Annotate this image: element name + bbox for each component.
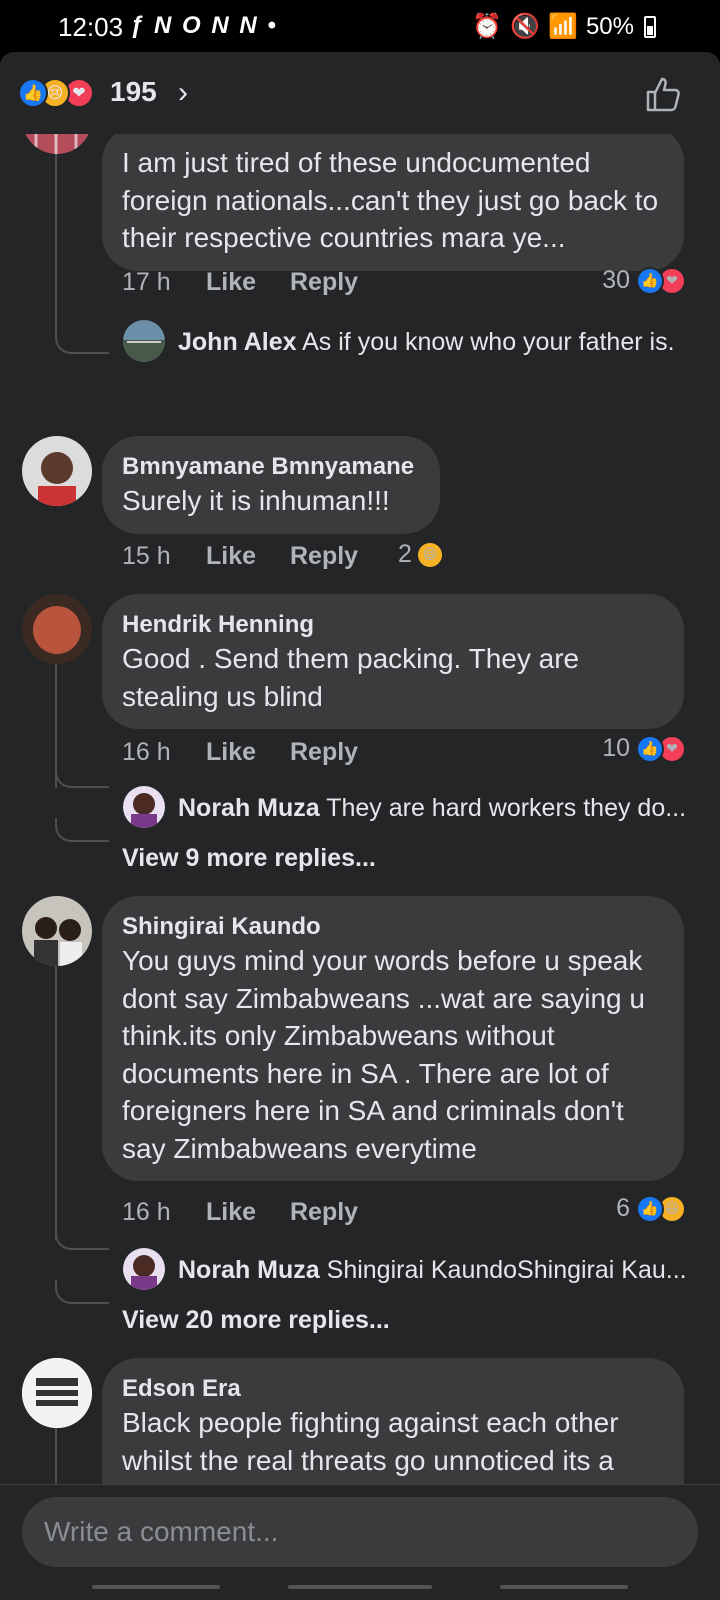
comment-actions: 15 h Like Reply xyxy=(122,542,358,571)
comment-bubble[interactable]: I am just tired of these undocumented fo… xyxy=(102,126,684,271)
thread-connector xyxy=(55,818,109,842)
avatar[interactable] xyxy=(22,594,92,664)
view-more-replies[interactable]: View 9 more replies... xyxy=(122,844,376,873)
composer-bar: Write a comment... xyxy=(0,1484,720,1600)
thread-connector xyxy=(55,330,109,354)
comment-reactions[interactable]: 30 👍 ❤ xyxy=(602,266,686,295)
chevron-right-icon[interactable]: › xyxy=(178,76,188,110)
like-reaction-icon: 👍 xyxy=(636,1194,664,1223)
avatar[interactable] xyxy=(22,896,92,966)
nav-hint xyxy=(288,1585,432,1589)
comment-text: Surely it is inhuman!!! xyxy=(122,485,390,516)
reaction-count: 2 xyxy=(398,540,412,568)
like-button[interactable]: Like xyxy=(206,738,290,767)
comment-reactions[interactable]: 6 👍 😆 xyxy=(616,1194,686,1223)
thread-line xyxy=(55,966,57,1240)
comments-sheet: 👍 😢 ❤ 195 › I am just tired of these und… xyxy=(0,52,720,1600)
comment-author[interactable]: Hendrik Henning xyxy=(122,610,664,640)
haha-reaction-icon: 😆 xyxy=(415,540,444,569)
thread-connector xyxy=(55,1280,109,1304)
status-time: 12:03 xyxy=(58,12,124,42)
reply-avatar[interactable] xyxy=(123,1248,165,1290)
like-outline-icon[interactable] xyxy=(642,74,682,114)
like-button[interactable]: Like xyxy=(206,542,290,571)
reply-button[interactable]: Reply xyxy=(290,1198,358,1227)
reply-text: Shingirai KaundoShingirai Kau... xyxy=(326,1256,687,1284)
comment-time[interactable]: 16 h xyxy=(122,1198,206,1227)
comment-actions: 16 h Like Reply xyxy=(122,1198,358,1227)
thread-line xyxy=(55,154,57,330)
comment-time[interactable]: 17 h xyxy=(122,268,206,297)
comments-list: I am just tired of these undocumented fo… xyxy=(0,84,720,1538)
notification-icons: ƒ N O N N • xyxy=(130,12,278,39)
reaction-count: 10 xyxy=(602,734,630,762)
reply-author: Norah Muza xyxy=(178,1256,320,1284)
comment-reactions[interactable]: 2 😆 xyxy=(398,540,444,569)
thread-connector xyxy=(55,1226,109,1250)
view-more-replies[interactable]: View 20 more replies... xyxy=(122,1306,390,1335)
reply-preview[interactable]: Norah Muza Shingirai KaundoShingirai Kau… xyxy=(178,1256,698,1285)
comment-author[interactable]: Shingirai Kaundo xyxy=(122,912,664,942)
system-indicators: ⏰ 🔇 📶 50% xyxy=(472,12,656,41)
avatar[interactable] xyxy=(22,436,92,506)
signal-icon: 📶 xyxy=(548,13,578,40)
comment-reactions[interactable]: 10 👍 ❤ xyxy=(602,734,686,763)
reply-avatar[interactable] xyxy=(123,786,165,828)
reply-button[interactable]: Reply xyxy=(290,542,358,571)
like-reaction-icon: 👍 xyxy=(18,78,48,108)
like-reaction-icon: 👍 xyxy=(636,266,664,295)
nav-hint xyxy=(92,1585,220,1589)
reaction-count: 30 xyxy=(602,266,630,294)
reply-button[interactable]: Reply xyxy=(290,738,358,767)
comment-input[interactable]: Write a comment... xyxy=(22,1497,698,1567)
reaction-count[interactable]: 195 xyxy=(110,76,157,108)
reaction-count: 6 xyxy=(616,1194,630,1222)
alarm-icon: ⏰ xyxy=(472,13,503,40)
comment-time[interactable]: 16 h xyxy=(122,738,206,767)
like-button[interactable]: Like xyxy=(206,1198,290,1227)
reply-preview[interactable]: John Alex As if you know who your father… xyxy=(178,328,698,357)
avatar[interactable] xyxy=(22,1358,92,1428)
comment-text: I am just tired of these undocumented fo… xyxy=(122,147,659,253)
comment-bubble[interactable]: Hendrik Henning Good . Send them packing… xyxy=(102,594,684,729)
reply-preview[interactable]: Norah Muza They are hard workers they do… xyxy=(178,794,698,823)
comment-actions: 17 h Like Reply xyxy=(122,268,358,297)
battery-icon xyxy=(644,15,656,38)
reply-author: John Alex xyxy=(178,328,297,356)
nav-hint xyxy=(500,1585,628,1589)
status-bar: 12:03 ƒ N O N N • ⏰ 🔇 📶 50% xyxy=(0,0,720,52)
reply-avatar[interactable] xyxy=(123,320,165,362)
comment-author[interactable]: Bmnyamane Bmnyamane xyxy=(122,452,420,482)
reply-button[interactable]: Reply xyxy=(290,268,358,297)
comment-author[interactable]: Edson Era xyxy=(122,1374,664,1404)
comment-text: Good . Send them packing. They are steal… xyxy=(122,643,580,712)
comment-bubble[interactable]: Shingirai Kaundo You guys mind your word… xyxy=(102,896,684,1181)
thread-connector xyxy=(55,764,109,788)
like-reaction-icon: 👍 xyxy=(636,734,664,763)
comment-bubble[interactable]: Bmnyamane Bmnyamane Surely it is inhuman… xyxy=(102,436,440,534)
battery-percent: 50% xyxy=(585,12,634,40)
reply-author: Norah Muza xyxy=(178,794,320,822)
reactions-header: 👍 😢 ❤ 195 › xyxy=(0,52,720,134)
mute-icon: 🔇 xyxy=(510,13,541,40)
comment-text: You guys mind your words before u speak … xyxy=(122,945,645,1164)
comment-time[interactable]: 15 h xyxy=(122,542,206,571)
comment-actions: 16 h Like Reply xyxy=(122,738,358,767)
like-button[interactable]: Like xyxy=(206,268,290,297)
reply-text: As if you know who your father is. xyxy=(302,328,675,356)
reply-text: They are hard workers they do... xyxy=(326,794,687,822)
